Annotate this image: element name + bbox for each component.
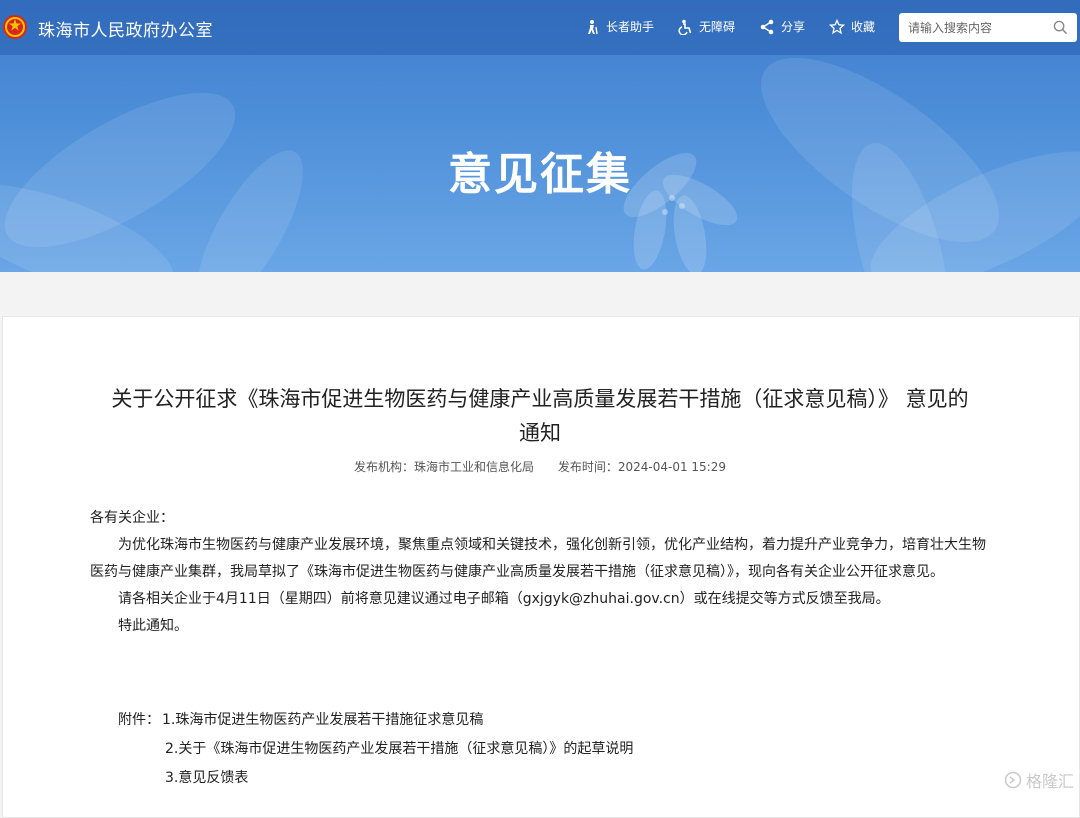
hero-title: 意见征集 [448,149,632,200]
watermark: 格隆汇 [1004,768,1074,792]
paragraph-3: 特此通知。 [118,618,188,634]
attachment-link-1[interactable]: 1.珠海市促进生物医药产业发展若干措施征求意见稿 [162,709,483,729]
attachments-label: 附件： [118,712,160,728]
publish-time-value: 2024-04-01 15:29 [617,460,726,474]
publisher-value: 珠海市工业和信息化局 [414,460,535,474]
article-body: 各有关企业： 为优化珠海市生物医药与健康产业发展环境，聚焦重点领域和关键技术，强… [90,505,995,640]
attachment-link-2[interactable]: 2.关于《珠海市促进生物医药产业发展若干措施（征求意见稿）》的起草说明 [165,738,633,758]
watermark-logo-icon [1004,771,1022,789]
elder-icon [588,19,598,34]
favorite-label: 收藏 [851,20,876,34]
accessibility-label: 无障碍 [699,20,736,34]
elder-assistant-label: 长者助手 [606,20,655,34]
publisher-info: 发布机构：珠海市工业和信息化局 [354,460,534,474]
star-icon [829,18,845,34]
paragraph-2: 请各相关企业于4月11日（星期四）前将意见建议通过电子邮箱（gxjgyk@zhu… [118,591,890,607]
article-title: 关于公开征求《珠海市促进生物医药与健康产业高质量发展若干措施（征求意见稿）》 意… [80,382,1000,450]
search-box[interactable]: 请输入搜索内容 [899,13,1077,42]
salutation: 各有关企业： [90,510,174,526]
accessibility-button[interactable]: 无障碍 [677,18,735,35]
article-meta: 发布机构：珠海市工业和信息化局 发布时间：2024-04-01 15:29 [0,458,1080,475]
accessibility-icon [678,19,692,35]
share-icon [760,19,774,34]
paragraph-1: 为优化珠海市生物医药与健康产业发展环境，聚焦重点领域和关键技术，强化创新引领，优… [90,537,986,580]
attachment-link-3[interactable]: 3.意见反馈表 [165,767,248,787]
article-title-line2: 通知 [519,421,561,445]
search-icon[interactable] [1053,20,1068,35]
share-button[interactable]: 分享 [759,18,805,35]
publish-time-label: 发布时间： [557,460,618,474]
search-input[interactable]: 请输入搜索内容 [908,19,992,36]
national-emblem-icon [3,15,27,39]
publish-time-info: 发布时间：2024-04-01 15:29 [558,460,726,474]
site-name[interactable]: 珠海市人民政府办公室 [38,16,213,41]
elder-assistant-button[interactable]: 长者助手 [584,18,654,35]
publisher-label: 发布机构： [353,460,414,474]
article-title-line1: 关于公开征求《珠海市促进生物医药与健康产业高质量发展若干措施（征求意见稿）》 意… [111,387,969,411]
share-label: 分享 [781,20,806,34]
watermark-text: 格隆汇 [1025,772,1074,791]
favorite-button[interactable]: 收藏 [829,18,875,35]
top-navigation-bar: 珠海市人民政府办公室 长者助手 无障碍 分享 收藏 请输入搜索内容 [0,0,1080,55]
hero-banner: 珠海市人民政府办公室 长者助手 无障碍 分享 收藏 请输入搜索内容 意见征集 [0,0,1080,272]
